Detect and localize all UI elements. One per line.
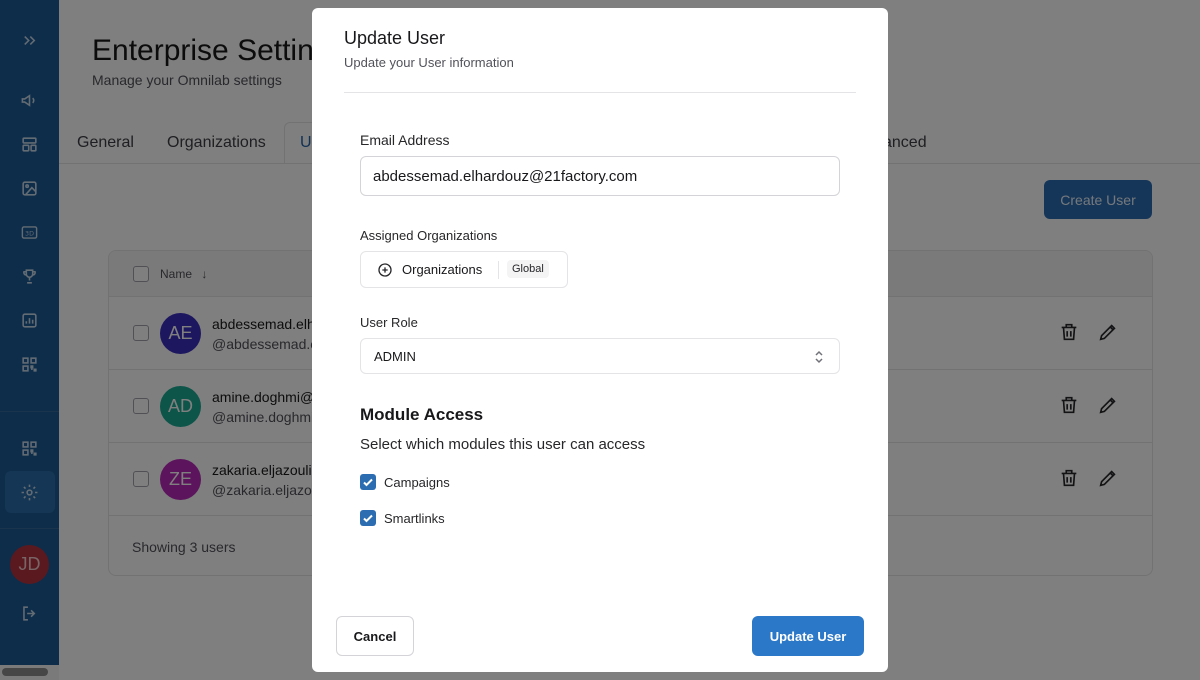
- cancel-button[interactable]: Cancel: [336, 616, 414, 656]
- role-select[interactable]: ADMIN: [360, 338, 840, 374]
- module-access-description: Select which modules this user can acces…: [360, 436, 646, 453]
- email-field[interactable]: [360, 156, 840, 196]
- organization-badge: Global: [507, 260, 549, 278]
- role-select-value: ADMIN: [374, 349, 416, 364]
- email-label: Email Address: [360, 132, 450, 148]
- dialog-subtitle: Update your User information: [344, 55, 514, 70]
- organizations-label: Assigned Organizations: [360, 228, 498, 243]
- chevron-up-down-icon: [815, 350, 823, 364]
- plus-circle-icon: [378, 263, 392, 277]
- campaigns-label[interactable]: Campaigns: [384, 475, 450, 490]
- update-user-button[interactable]: Update User: [752, 616, 864, 656]
- dialog-divider: [344, 92, 856, 93]
- check-icon: [363, 514, 373, 523]
- organizations-separator: [498, 261, 499, 279]
- role-label: User Role: [360, 315, 418, 330]
- campaigns-checkbox[interactable]: [360, 474, 376, 490]
- smartlinks-checkbox[interactable]: [360, 510, 376, 526]
- dialog-title: Update User: [344, 28, 446, 48]
- add-organizations-button[interactable]: Organizations Global: [360, 251, 568, 288]
- smartlinks-label[interactable]: Smartlinks: [384, 511, 445, 526]
- check-icon: [363, 478, 373, 487]
- update-user-dialog: Update User Update your User information…: [312, 8, 888, 672]
- organizations-button-label: Organizations: [402, 262, 483, 277]
- module-access-heading: Module Access: [360, 405, 484, 424]
